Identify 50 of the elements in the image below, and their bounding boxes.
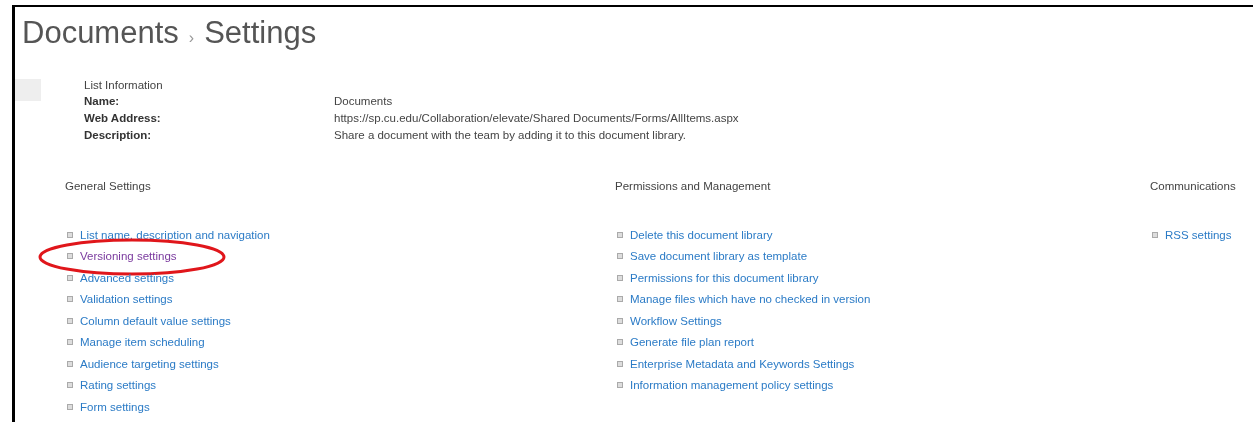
- bullet-icon: [617, 317, 623, 324]
- field-value: Share a document with the team by adding it to this document library.: [334, 128, 686, 142]
- field-label: Name:: [84, 94, 121, 108]
- settings-link[interactable]: Form settings: [80, 400, 150, 413]
- section-heading: List Information: [84, 79, 164, 91]
- settings-link[interactable]: List name, description and navigation: [80, 228, 270, 241]
- settings-link[interactable]: Audience targeting settings: [80, 357, 219, 370]
- settings-link[interactable]: Validation settings: [80, 293, 173, 306]
- bullet-icon: [617, 339, 623, 346]
- bullet-icon: [67, 296, 73, 303]
- settings-link[interactable]: Delete this document library: [630, 228, 773, 241]
- bullet-icon: [617, 382, 623, 389]
- placeholder-tile: [15, 79, 41, 101]
- settings-link[interactable]: Manage item scheduling: [80, 336, 205, 349]
- section-heading: Permissions and Management: [615, 180, 772, 192]
- settings-link[interactable]: Enterprise Metadata and Keywords Settings: [630, 357, 855, 370]
- bullet-icon: [617, 231, 623, 238]
- field-label: Description:: [84, 128, 153, 142]
- bullet-icon: [617, 296, 623, 303]
- settings-link[interactable]: Manage files which have no checked in version: [630, 293, 871, 306]
- bullet-icon: [1152, 231, 1158, 238]
- field-value: Documents: [334, 94, 393, 108]
- bullet-icon: [67, 360, 73, 367]
- page-title: Settings: [204, 15, 317, 51]
- settings-link[interactable]: Versioning settings: [80, 250, 177, 263]
- settings-link[interactable]: Information management policy settings: [630, 379, 834, 392]
- settings-link[interactable]: Permissions for this document library: [630, 271, 819, 284]
- bullet-icon: [67, 231, 73, 238]
- section-heading: General Settings: [65, 180, 152, 192]
- settings-link[interactable]: Workflow Settings: [630, 314, 722, 327]
- bullet-icon: [67, 403, 73, 410]
- settings-link[interactable]: Column default value settings: [80, 314, 231, 327]
- breadcrumb-link[interactable]: Documents: [22, 15, 179, 51]
- bullet-icon: [67, 253, 73, 260]
- settings-link[interactable]: Advanced settings: [80, 271, 174, 284]
- field-value: https://sp.cu.edu/Collaboration/elevate/Shared Documents/Forms/AllItems.aspx: [334, 111, 739, 125]
- breadcrumb-separator: ›: [188, 29, 195, 47]
- bullet-icon: [617, 360, 623, 367]
- field-label: Web Address:: [84, 111, 162, 125]
- settings-link[interactable]: Save document library as template: [630, 250, 808, 263]
- bullet-icon: [617, 274, 623, 281]
- settings-link[interactable]: RSS settings: [1165, 228, 1232, 241]
- bullet-icon: [617, 253, 623, 260]
- section-heading: Communications: [1150, 180, 1236, 192]
- settings-link[interactable]: Rating settings: [80, 379, 157, 392]
- bullet-icon: [67, 274, 73, 281]
- bullet-icon: [67, 317, 73, 324]
- settings-link[interactable]: Generate file plan report: [630, 336, 755, 349]
- bullet-icon: [67, 382, 73, 389]
- bullet-icon: [67, 339, 73, 346]
